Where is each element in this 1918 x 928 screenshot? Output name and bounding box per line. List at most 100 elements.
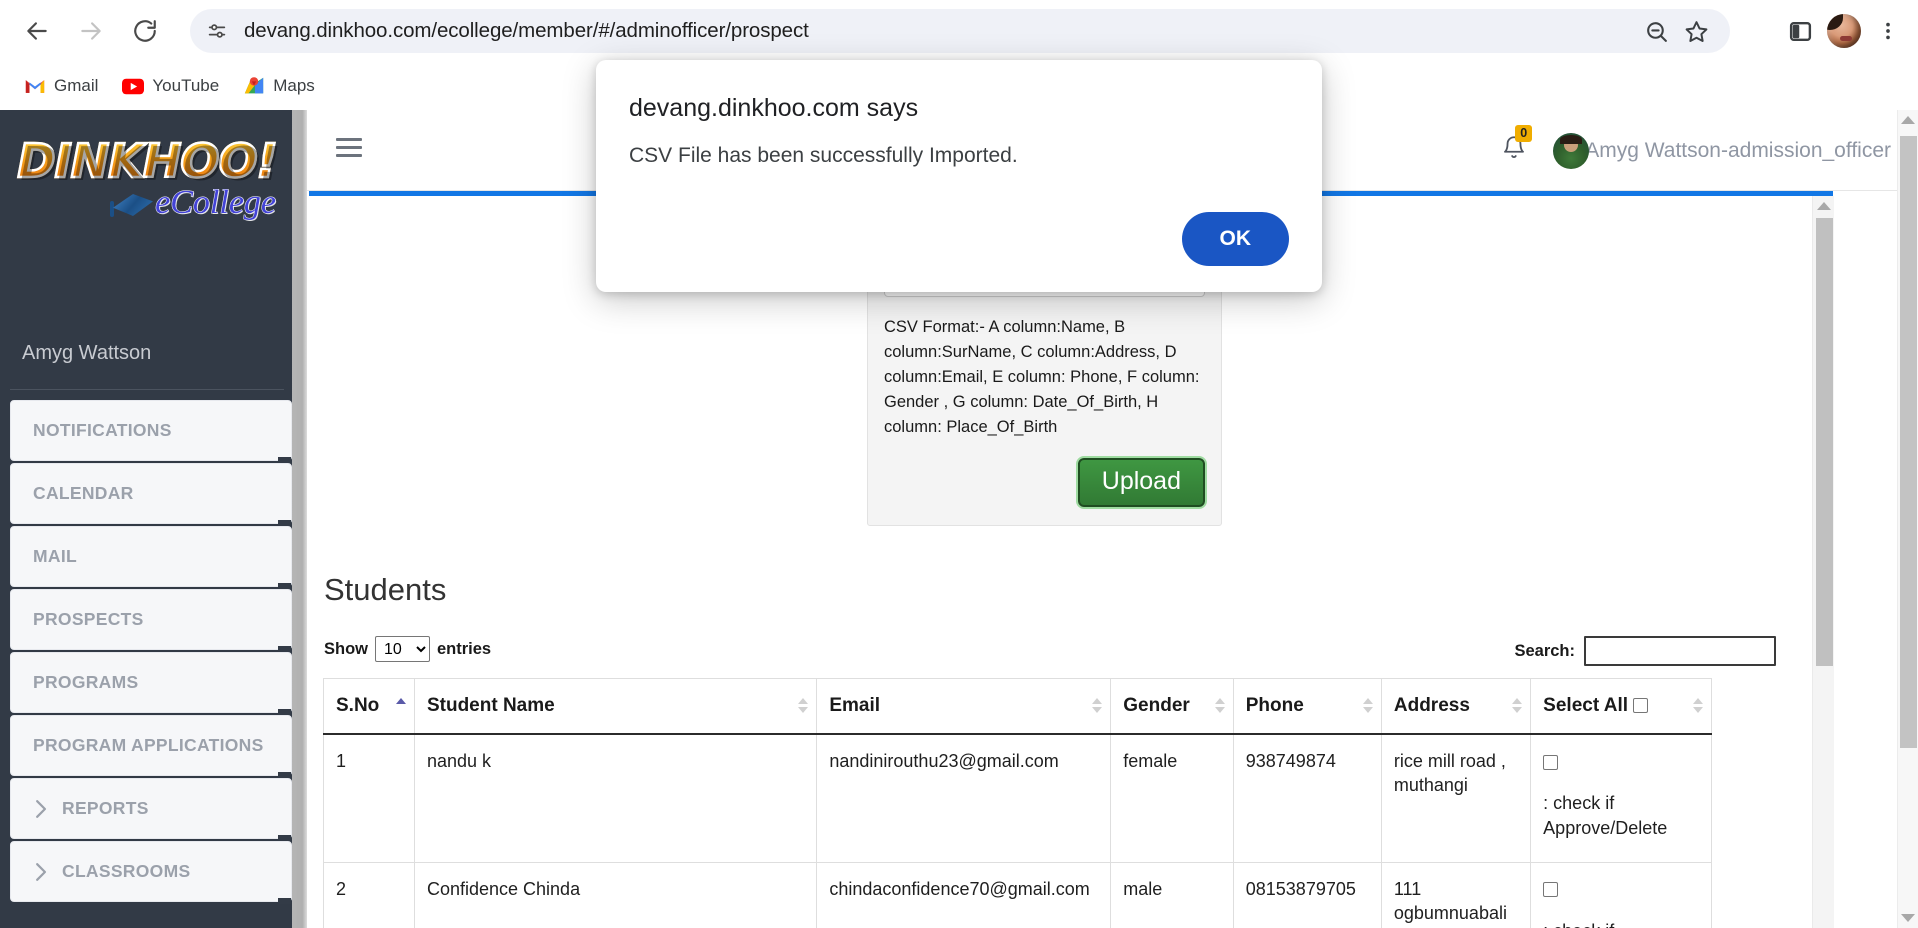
browser-menu-icon[interactable] [1866, 9, 1910, 53]
sidebar-item-label: REPORTS [62, 798, 149, 818]
reload-icon[interactable] [122, 8, 168, 54]
entries-label: entries [437, 639, 492, 658]
cell-student-name: Confidence Chinda [413, 861, 818, 928]
column-label: Gender [1123, 695, 1190, 716]
user-avatar[interactable] [1553, 132, 1590, 169]
sort-icon [798, 698, 809, 714]
sidebar-item-label: PROSPECTS [33, 609, 144, 629]
javascript-alert-dialog: devang.dinkhoo.com says CSV File has bee… [596, 60, 1322, 292]
column-label: Select All [1543, 695, 1629, 716]
sort-icon [1693, 698, 1703, 714]
column-label: Address [1393, 695, 1470, 716]
bookmark-label: Maps [273, 76, 315, 95]
entries-select[interactable]: 102550100 [375, 636, 430, 662]
side-panel-icon[interactable] [1778, 9, 1822, 53]
sidebar: DINKHOO! eCollege Amyg Wattson NOTIFICAT… [0, 110, 307, 928]
select-all-checkbox[interactable] [1633, 698, 1649, 714]
sidebar-item-calendar[interactable]: CALENDAR [10, 463, 292, 526]
sidebar-item-classrooms[interactable]: CLASSROOMS [10, 841, 292, 904]
column-label: Student Name [426, 695, 555, 716]
sidebar-item-program-applications[interactable]: PROGRAM APPLICATIONS [10, 715, 292, 778]
bookmark-star-icon[interactable] [1676, 11, 1716, 51]
scroll-up-icon[interactable] [1816, 202, 1831, 210]
sort-icon [1214, 698, 1225, 714]
cell-gender: male [1110, 861, 1234, 928]
students-table: S.No Student Name Email Gender Phone Add… [323, 678, 1712, 928]
address-bar[interactable]: devang.dinkhoo.com/ecollege/member/#/adm… [190, 9, 1730, 53]
hamburger-menu-icon[interactable] [336, 138, 362, 160]
cell-phone: 938749874 [1232, 733, 1382, 863]
sidebar-item-label: CLASSROOMS [62, 861, 191, 881]
sidebar-item-programs[interactable]: PROGRAMS [10, 652, 292, 715]
search-input[interactable] [1584, 636, 1776, 666]
table-header-row: S.No Student Name Email Gender Phone Add… [323, 678, 1712, 735]
column-header-sno[interactable]: S.No [323, 678, 415, 735]
scroll-up-icon[interactable] [1901, 116, 1915, 124]
sort-icon [1512, 698, 1523, 714]
table-row: 2 Confidence Chinda chindaconfidence70@g… [323, 861, 1712, 928]
bookmark-gmail[interactable]: Gmail [14, 69, 108, 103]
table-row: 1 nandu k nandinirouthu23@gmail.com fema… [323, 733, 1712, 863]
column-header-select-all[interactable]: Select All [1530, 678, 1712, 735]
column-header-gender[interactable]: Gender [1110, 678, 1234, 735]
sidebar-scrollbar[interactable] [292, 110, 307, 928]
sidebar-item-label: NOTIFICATIONS [33, 420, 172, 440]
row-select-checkbox[interactable] [1543, 882, 1559, 898]
column-header-student-name[interactable]: Student Name [413, 678, 818, 735]
scroll-down-icon[interactable] [1901, 914, 1915, 922]
chevron-right-icon [33, 862, 48, 882]
back-icon[interactable] [14, 8, 60, 54]
sidebar-divider [10, 389, 284, 390]
cell-select: : check if Approve/Delete [1530, 733, 1712, 863]
cell-address: rice mill road , muthangi [1380, 733, 1532, 863]
column-header-address[interactable]: Address [1380, 678, 1532, 735]
column-header-phone[interactable]: Phone [1232, 678, 1382, 735]
search-control: Search: [1514, 636, 1776, 666]
main-content: CSV Choose File Prospects - Sheet1.csv C… [307, 196, 1834, 928]
sort-icon [1362, 698, 1373, 714]
cell-phone: 08153879705 [1232, 861, 1382, 928]
content-scrollbar[interactable] [1812, 196, 1834, 928]
header-user-name[interactable]: Amyg Wattson-admission_officer [1585, 139, 1891, 163]
dialog-title: devang.dinkhoo.com says [629, 94, 919, 122]
cell-sno: 2 [323, 861, 415, 928]
dialog-ok-button[interactable]: OK [1181, 212, 1289, 266]
notifications-bell[interactable]: 0 [1501, 125, 1533, 167]
gmail-icon [24, 75, 46, 97]
cell-address: 111 ogbumnuabali [1380, 861, 1532, 928]
site-info-icon[interactable] [200, 14, 234, 48]
browser-scroll-thumb[interactable] [1900, 136, 1917, 748]
sidebar-item-prospects[interactable]: PROSPECTS [10, 589, 292, 652]
forward-icon[interactable] [68, 8, 114, 54]
cell-student-name: nandu k [413, 733, 818, 863]
bookmark-label: Gmail [54, 76, 99, 95]
search-label: Search: [1514, 641, 1575, 660]
youtube-icon [122, 75, 145, 97]
sidebar-username: Amyg Wattson [22, 342, 152, 364]
cell-sno: 1 [323, 733, 415, 863]
dialog-message: CSV File has been successfully Imported. [629, 144, 1018, 167]
row-select-note: : check if [1543, 919, 1699, 928]
header-actions: 0 Amyg Wattson-admission_officer [1501, 110, 1891, 191]
upload-button-row: Upload [884, 458, 1205, 508]
zoom-out-icon[interactable] [1636, 11, 1676, 51]
profile-avatar[interactable] [1822, 9, 1866, 53]
column-header-email[interactable]: Email [816, 678, 1112, 735]
cell-email: chindaconfidence70@gmail.com [816, 861, 1112, 928]
sidebar-item-label: PROGRAMS [33, 672, 139, 692]
show-label: Show [324, 639, 368, 658]
upload-button[interactable]: Upload [1077, 458, 1205, 508]
page-title: Students [324, 572, 447, 607]
row-select-checkbox[interactable] [1543, 754, 1559, 770]
bookmark-youtube[interactable]: YouTube [112, 69, 229, 103]
sidebar-item-reports[interactable]: REPORTS [10, 778, 292, 841]
browser-scrollbar[interactable] [1897, 110, 1918, 928]
sidebar-item-label: CALENDAR [33, 483, 134, 503]
content-scroll-thumb[interactable] [1816, 218, 1833, 666]
sidebar-item-notifications[interactable]: NOTIFICATIONS [10, 400, 292, 463]
app-logo: DINKHOO! eCollege [0, 137, 294, 258]
sort-ascending-icon [395, 698, 406, 714]
bookmark-maps[interactable]: Maps [233, 69, 325, 103]
url-text: devang.dinkhoo.com/ecollege/member/#/adm… [244, 19, 809, 42]
sidebar-item-mail[interactable]: MAIL [10, 526, 292, 589]
